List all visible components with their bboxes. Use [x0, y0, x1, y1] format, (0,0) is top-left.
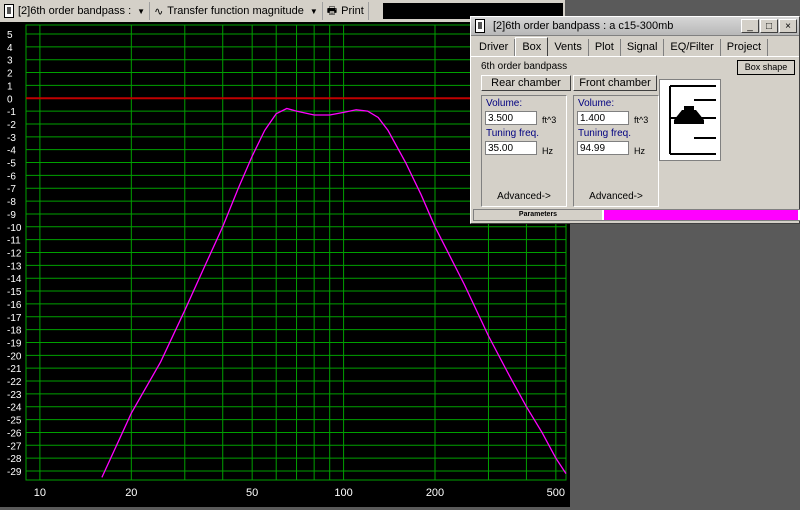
front-advanced-link[interactable]: Advanced->	[574, 191, 658, 202]
document-icon	[475, 19, 485, 33]
rear-tuning-label: Tuning freq.	[486, 128, 539, 139]
front-tuning-label: Tuning freq.	[578, 128, 631, 139]
tab-vents[interactable]: Vents	[548, 39, 589, 56]
print-button-label: Print	[341, 5, 364, 17]
x-tick-label: 500	[547, 487, 565, 499]
y-tick-label: -21	[7, 364, 22, 375]
y-tick-label: -18	[7, 326, 22, 337]
document-icon	[4, 4, 14, 18]
box-shape-button[interactable]: Box shape	[737, 60, 795, 75]
rear-volume-label: Volume:	[486, 98, 523, 109]
y-tick-label: -3	[7, 133, 16, 144]
front-tuning-input[interactable]: 94.99	[577, 141, 629, 155]
x-tick-label: 100	[334, 487, 352, 499]
y-tick-label: -26	[7, 428, 22, 439]
y-tick-label: -20	[7, 351, 22, 362]
print-button[interactable]: 🖶 Print	[323, 2, 369, 20]
front-tuning-unit: Hz	[634, 146, 645, 156]
y-tick-label: 0	[7, 94, 13, 105]
y-tick-label: -8	[7, 197, 16, 208]
box-type-label: 6th order bandpass	[481, 61, 568, 72]
tab-box[interactable]: Box	[515, 37, 549, 56]
y-tick-label: -23	[7, 390, 22, 401]
rear-tuning-unit: Hz	[542, 146, 553, 156]
rear-advanced-link[interactable]: Advanced->	[482, 191, 566, 202]
y-tick-label: -5	[7, 159, 16, 170]
y-tick-label: 5	[7, 30, 13, 41]
y-tick-label: -12	[7, 249, 22, 260]
minimize-button[interactable]: _	[741, 19, 759, 33]
tab-project[interactable]: Project	[721, 39, 769, 56]
y-tick-label: 1	[7, 81, 13, 92]
box-parameters-dialog: [2]6th order bandpass : a c15-300mb _ □ …	[470, 16, 800, 224]
y-tick-label: 4	[7, 43, 13, 54]
chevron-down-icon: ▼	[137, 6, 146, 16]
front-volume-input[interactable]: 1.400	[577, 111, 629, 125]
y-tick-label: 2	[7, 69, 13, 80]
project-dropdown[interactable]: [2]6th order bandpass : ▼	[0, 2, 151, 20]
box-diagram-icon	[669, 85, 716, 155]
project-dropdown-label: [2]6th order bandpass :	[18, 5, 132, 17]
dialog-tabs: Driver Box Vents Plot Signal EQ/Filter P…	[471, 37, 799, 57]
y-tick-label: -13	[7, 261, 22, 272]
y-tick-label: -28	[7, 454, 22, 465]
rear-chamber-button[interactable]: Rear chamber	[481, 75, 571, 91]
chevron-down-icon: ▼	[309, 6, 318, 16]
x-tick-label: 200	[426, 487, 444, 499]
status-progress-fill	[604, 210, 798, 220]
status-bar: Parameters	[473, 209, 800, 221]
close-button[interactable]: ×	[779, 19, 797, 33]
y-tick-label: -11	[7, 236, 21, 247]
y-tick-label: -15	[7, 287, 22, 298]
y-tick-label: -10	[7, 223, 22, 234]
y-tick-label: -24	[7, 403, 22, 414]
y-tick-label: -22	[7, 377, 22, 388]
printer-icon: 🖶	[326, 4, 338, 17]
y-tick-label: -16	[7, 300, 22, 311]
view-dropdown-label: Transfer function magnitude	[167, 5, 304, 17]
y-tick-label: -25	[7, 416, 22, 427]
y-tick-label: -9	[7, 210, 16, 221]
rear-tuning-input[interactable]: 35.00	[485, 141, 537, 155]
dialog-title: [2]6th order bandpass : a c15-300mb	[493, 20, 674, 32]
y-tick-label: -1	[7, 107, 16, 118]
y-tick-label: 3	[7, 56, 13, 67]
waveform-icon: ∿	[154, 5, 164, 18]
status-label: Parameters	[474, 210, 602, 220]
tab-driver[interactable]: Driver	[473, 39, 516, 56]
maximize-button[interactable]: □	[760, 19, 778, 33]
front-volume-label: Volume:	[578, 98, 615, 109]
front-chamber-button[interactable]: Front chamber	[573, 75, 657, 91]
y-tick-label: -29	[7, 467, 22, 478]
x-tick-label: 20	[125, 487, 137, 499]
y-tick-label: -6	[7, 171, 16, 182]
tab-signal[interactable]: Signal	[621, 39, 665, 56]
y-tick-label: -27	[7, 441, 22, 452]
rear-chamber-panel: Volume: 3.500 ft^3 Tuning freq. 35.00 Hz…	[481, 95, 567, 207]
y-tick-label: -19	[7, 338, 22, 349]
x-tick-label: 50	[246, 487, 258, 499]
y-tick-label: -2	[7, 120, 16, 131]
y-tick-label: -4	[7, 146, 16, 157]
rear-volume-input[interactable]: 3.500	[485, 111, 537, 125]
box-diagram	[659, 79, 721, 161]
y-tick-label: -14	[7, 274, 22, 285]
y-tick-label: -7	[7, 184, 16, 195]
dialog-titlebar[interactable]: [2]6th order bandpass : a c15-300mb _ □ …	[471, 17, 799, 36]
rear-volume-unit: ft^3	[542, 115, 557, 125]
x-tick-label: 10	[34, 487, 46, 499]
tab-plot[interactable]: Plot	[589, 39, 621, 56]
y-tick-label: -17	[7, 313, 22, 324]
tab-eq-filter[interactable]: EQ/Filter	[664, 39, 721, 56]
front-chamber-panel: Volume: 1.400 ft^3 Tuning freq. 94.99 Hz…	[573, 95, 659, 207]
front-volume-unit: ft^3	[634, 115, 649, 125]
view-dropdown[interactable]: ∿ Transfer function magnitude ▼	[150, 2, 323, 20]
